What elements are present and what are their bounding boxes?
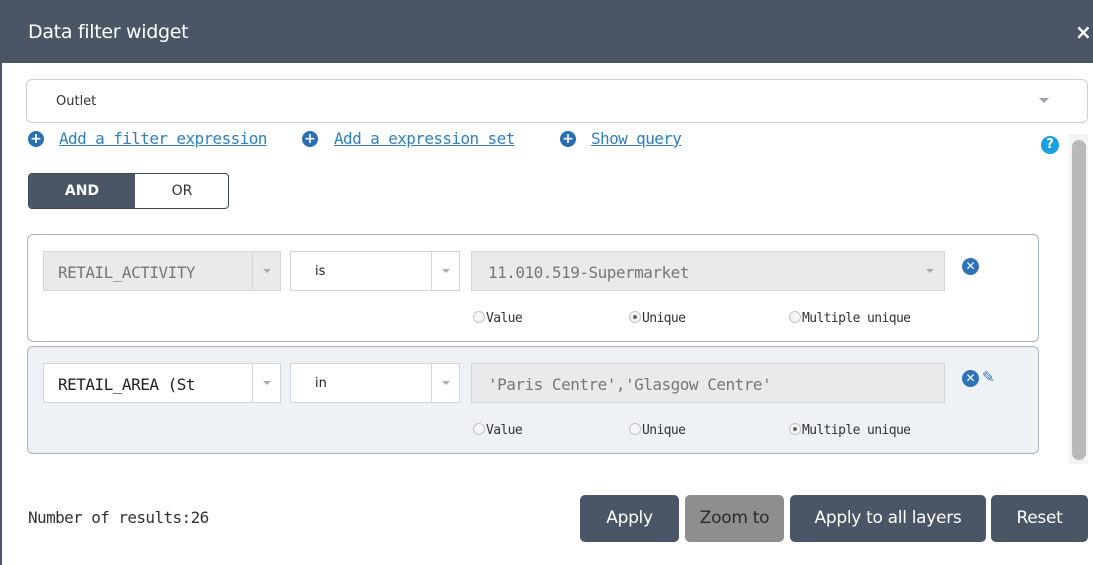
plus-circle-icon[interactable]: + bbox=[28, 131, 44, 147]
radio-label: Value bbox=[486, 311, 523, 326]
plus-circle-icon[interactable]: + bbox=[302, 131, 318, 147]
window-title: Data filter widget bbox=[28, 21, 189, 43]
chevron-down-icon bbox=[916, 252, 944, 290]
operator-select-value: in bbox=[315, 376, 327, 391]
field-select-value: RETAIL_ACTIVITY bbox=[58, 263, 196, 282]
add-expression-set-link[interactable]: Add a expression set bbox=[334, 129, 515, 148]
radio-label: Multiple unique bbox=[802, 423, 911, 438]
plus-circle-icon[interactable]: + bbox=[560, 131, 576, 147]
radio-multiple-unique[interactable]: Multiple unique bbox=[789, 311, 911, 326]
radio-indicator bbox=[629, 423, 641, 435]
value-input[interactable]: 'Paris Centre','Glasgow Centre' bbox=[471, 363, 945, 403]
radio-label: Multiple unique bbox=[802, 311, 911, 326]
scrollbar[interactable] bbox=[1069, 134, 1088, 464]
data-filter-widget: Data filter widget × Outlet + Add a filt… bbox=[0, 0, 1093, 565]
operator-select-value: is bbox=[315, 264, 326, 279]
chevron-down-icon bbox=[431, 252, 459, 290]
operator-select[interactable]: in bbox=[290, 363, 460, 403]
radio-indicator bbox=[789, 423, 801, 435]
chevron-down-icon bbox=[431, 364, 459, 402]
radio-value[interactable]: Value bbox=[473, 311, 523, 326]
value-type-radios: Value Unique Multiple unique bbox=[28, 423, 1038, 443]
zoom-to-button[interactable]: Zoom to bbox=[685, 495, 784, 542]
title-bar: Data filter widget × bbox=[2, 0, 1093, 63]
show-query-link[interactable]: Show query bbox=[591, 129, 682, 148]
apply-to-all-layers-button[interactable]: Apply to all layers bbox=[790, 495, 986, 542]
radio-label: Unique bbox=[642, 311, 686, 326]
value-select-value: 11.010.519-Supermarket bbox=[488, 263, 689, 282]
pencil-icon[interactable]: ✎ bbox=[982, 369, 999, 386]
results-count: Number of results:26 bbox=[28, 508, 209, 527]
close-icon[interactable]: × bbox=[1075, 20, 1093, 44]
chevron-down-icon bbox=[252, 364, 280, 402]
value-input-value: 'Paris Centre','Glasgow Centre' bbox=[488, 375, 772, 394]
layer-select-value: Outlet bbox=[56, 94, 97, 109]
radio-value[interactable]: Value bbox=[473, 423, 523, 438]
value-type-radios: Value Unique Multiple unique bbox=[28, 311, 1038, 331]
radio-indicator bbox=[629, 311, 641, 323]
chevron-down-icon bbox=[1039, 98, 1049, 103]
apply-button[interactable]: Apply bbox=[580, 495, 679, 542]
chevron-down-icon bbox=[252, 252, 280, 290]
field-select[interactable]: RETAIL_AREA (St bbox=[43, 363, 281, 403]
radio-unique[interactable]: Unique bbox=[629, 423, 686, 438]
question-icon[interactable]: ? bbox=[1041, 136, 1059, 154]
or-toggle-button[interactable]: OR bbox=[135, 174, 228, 208]
logic-toggle: AND OR bbox=[28, 173, 229, 209]
filter-expression: RETAIL_AREA (St in 'Paris Centre','Glasg… bbox=[27, 346, 1039, 454]
radio-indicator bbox=[473, 311, 485, 323]
field-select[interactable]: RETAIL_ACTIVITY bbox=[43, 251, 281, 291]
remove-circle-icon[interactable]: ✕ bbox=[962, 258, 979, 275]
filter-expression: RETAIL_ACTIVITY is 11.010.519-Supermarke… bbox=[27, 234, 1039, 342]
add-filter-expression-link[interactable]: Add a filter expression bbox=[59, 129, 267, 148]
remove-circle-icon[interactable]: ✕ bbox=[962, 370, 979, 387]
value-select[interactable]: 11.010.519-Supermarket bbox=[471, 251, 945, 291]
radio-multiple-unique[interactable]: Multiple unique bbox=[789, 423, 911, 438]
radio-indicator bbox=[473, 423, 485, 435]
radio-indicator bbox=[789, 311, 801, 323]
radio-label: Value bbox=[486, 423, 523, 438]
field-select-value: RETAIL_AREA (St bbox=[58, 375, 196, 394]
and-toggle-button[interactable]: AND bbox=[29, 174, 135, 208]
layer-select[interactable]: Outlet bbox=[26, 79, 1088, 123]
scrollbar-thumb[interactable] bbox=[1072, 140, 1086, 460]
reset-button[interactable]: Reset bbox=[991, 495, 1088, 542]
radio-unique[interactable]: Unique bbox=[629, 311, 686, 326]
operator-select[interactable]: is bbox=[290, 251, 460, 291]
radio-label: Unique bbox=[642, 423, 686, 438]
